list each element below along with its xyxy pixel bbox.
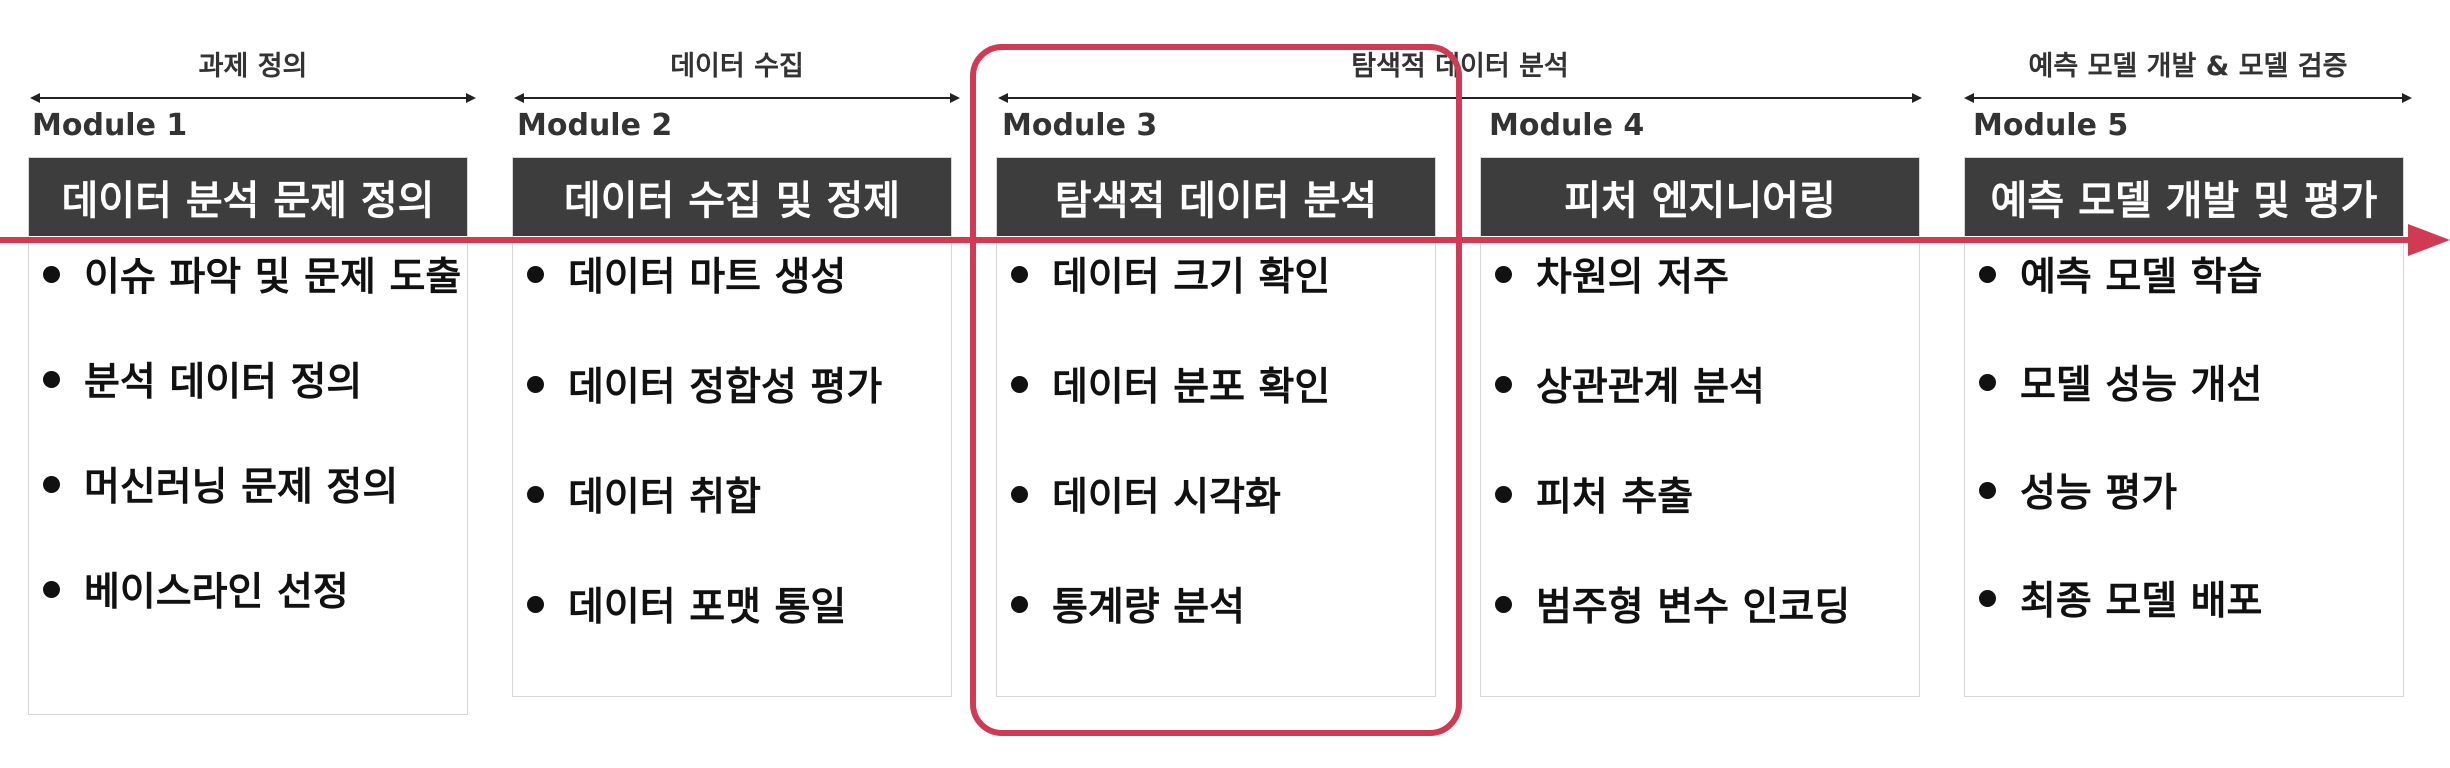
- phase-problem-definition: 과제 정의: [30, 44, 476, 104]
- timeline-arrow: [0, 224, 2450, 256]
- list-item: 이슈 파악 및 문제 도출: [43, 246, 461, 302]
- phase-data-collection: 데이터 수집: [514, 44, 960, 104]
- bullet-icon: [1011, 595, 1028, 613]
- list-item: 데이터 정합성 평가: [527, 356, 882, 412]
- bullet-icon: [1979, 373, 1996, 391]
- phase-span-arrow: [30, 92, 476, 104]
- list-item: 범주형 변수 인코딩: [1495, 576, 1850, 632]
- bullet-icon: [1979, 481, 1996, 499]
- module-label-2: Module 2: [517, 108, 673, 143]
- module-label-5: Module 5: [1973, 108, 2129, 143]
- module-label-4: Module 4: [1489, 108, 1645, 143]
- bullet-icon: [1979, 589, 1996, 607]
- list-item: 데이터 시각화: [1011, 466, 1281, 522]
- phase-model-development: 예측 모델 개발 & 모델 검증: [1964, 44, 2412, 104]
- module-label-1: Module 1: [32, 108, 188, 143]
- phase-span-arrow: [514, 92, 960, 104]
- list-item: 예측 모델 학습: [1979, 246, 2262, 302]
- list-item: 분석 데이터 정의: [43, 351, 362, 407]
- list-item: 머신러닝 문제 정의: [43, 456, 398, 512]
- list-item: 데이터 분포 확인: [1011, 356, 1330, 412]
- list-item: 성능 평가: [1979, 462, 2177, 518]
- bullet-icon: [1495, 375, 1512, 393]
- list-item: 통계량 분석: [1011, 576, 1245, 632]
- phase-label: 데이터 수집: [670, 51, 804, 82]
- card-title: 데이터 분석 문제 정의: [29, 158, 467, 236]
- card-title: 피처 엔지니어링: [1481, 158, 1919, 236]
- bullet-icon: [1495, 595, 1512, 613]
- phase-label: 예측 모델 개발 & 모델 검증: [2028, 51, 2348, 82]
- phase-label: 과제 정의: [198, 51, 308, 82]
- list-item: 피처 추출: [1495, 466, 1693, 522]
- card-title: 탐색적 데이터 분석: [997, 158, 1435, 236]
- bullet-icon: [527, 265, 544, 283]
- bullet-icon: [1979, 265, 1996, 283]
- bullet-icon: [527, 485, 544, 503]
- list-item: 최종 모델 배포: [1979, 570, 2262, 626]
- list-item: 데이터 마트 생성: [527, 246, 846, 302]
- list-item: 차원의 저주: [1495, 246, 1729, 302]
- bullet-icon: [1011, 265, 1028, 283]
- bullet-icon: [1495, 265, 1512, 283]
- list-item: 상관관계 분석: [1495, 356, 1765, 412]
- bullet-icon: [43, 265, 60, 283]
- bullet-icon: [1011, 485, 1028, 503]
- module-label-3: Module 3: [1002, 108, 1158, 143]
- timeline-arrowhead-icon: [2408, 224, 2450, 256]
- phase-exploratory-analysis: 탐색적 데이터 분석: [998, 44, 1922, 104]
- bullet-icon: [43, 475, 60, 493]
- phase-label: 탐색적 데이터 분석: [1351, 51, 1569, 82]
- bullet-icon: [1011, 375, 1028, 393]
- phase-span-arrow: [998, 92, 1922, 104]
- bullet-icon: [527, 595, 544, 613]
- card-title: 예측 모델 개발 및 평가: [1965, 158, 2403, 236]
- bullet-icon: [1495, 485, 1512, 503]
- list-item: 베이스라인 선정: [43, 561, 349, 617]
- list-item: 데이터 취합: [527, 466, 761, 522]
- list-item: 데이터 크기 확인: [1011, 246, 1330, 302]
- bullet-icon: [43, 370, 60, 388]
- bullet-icon: [43, 580, 60, 598]
- bullet-icon: [527, 375, 544, 393]
- list-item: 데이터 포맷 통일: [527, 576, 846, 632]
- phase-span-arrow: [1964, 92, 2412, 104]
- list-item: 모델 성능 개선: [1979, 354, 2262, 410]
- card-title: 데이터 수집 및 정제: [513, 158, 951, 236]
